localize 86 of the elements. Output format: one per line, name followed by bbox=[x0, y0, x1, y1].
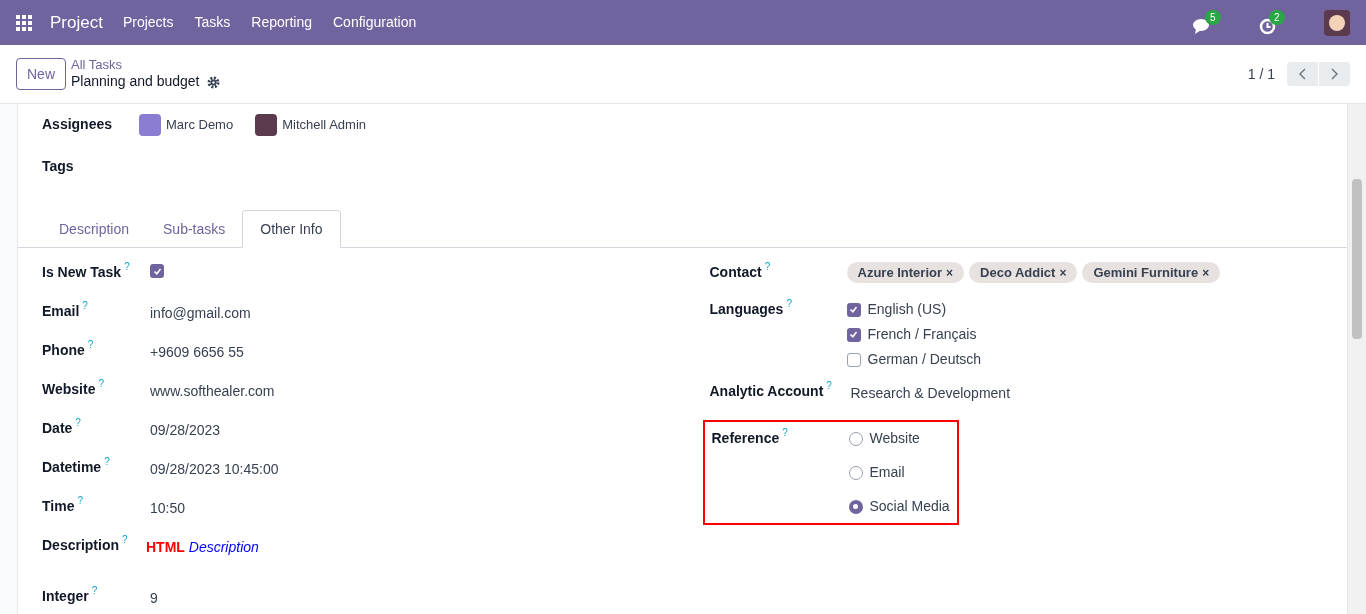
remove-tag-button[interactable]: × bbox=[1059, 263, 1067, 282]
assignee-name[interactable]: Mitchell Admin bbox=[282, 115, 366, 135]
checkbox-label[interactable]: German / Deutsch bbox=[867, 349, 982, 370]
check-icon bbox=[849, 330, 858, 339]
help-tooltip-mark[interactable]: ? bbox=[87, 340, 94, 350]
user-avatar bbox=[139, 114, 161, 136]
clock-icon bbox=[1259, 17, 1276, 35]
checkbox-label[interactable]: English (US) bbox=[867, 299, 947, 320]
app-name[interactable]: Project bbox=[50, 9, 103, 36]
user-avatar[interactable] bbox=[1324, 9, 1350, 36]
activity-button[interactable]: 2 bbox=[1259, 9, 1292, 36]
field-label: Assignees bbox=[42, 115, 114, 134]
field-label: Integer bbox=[42, 587, 89, 606]
tag-label: Gemini Furniture bbox=[1093, 263, 1199, 282]
pager-value: 1 / 1 bbox=[1247, 64, 1275, 84]
field-label: Description bbox=[42, 536, 119, 555]
field-value: info@gmail.com bbox=[150, 304, 251, 323]
count-badge: 5 bbox=[1205, 9, 1221, 25]
scrollbar-thumb[interactable] bbox=[1352, 179, 1362, 339]
field-label: Languages bbox=[709, 300, 784, 319]
field-label: Date bbox=[42, 419, 73, 438]
tag-label: Deco Addict bbox=[980, 263, 1056, 282]
help-tooltip-mark[interactable]: ? bbox=[77, 496, 83, 506]
help-tooltip-mark[interactable]: ? bbox=[82, 301, 88, 311]
field-value: 9 bbox=[150, 589, 158, 608]
chevron-right-icon bbox=[1329, 67, 1340, 81]
field-label: Phone bbox=[42, 341, 85, 360]
checkbox[interactable] bbox=[846, 327, 861, 342]
html-field-value: HTML Description bbox=[146, 538, 259, 557]
help-tooltip-mark[interactable]: ? bbox=[91, 586, 98, 596]
field-value: 10:50 bbox=[150, 499, 186, 518]
check-icon bbox=[152, 266, 162, 276]
checkbox-label[interactable]: French / Français bbox=[867, 324, 977, 345]
field-label: Website bbox=[42, 380, 96, 399]
remove-tag-button[interactable]: × bbox=[946, 263, 954, 282]
field-value: +9609 6656 55 bbox=[150, 343, 244, 362]
field-label: Tags bbox=[42, 157, 75, 176]
radio-label[interactable]: Social Media bbox=[869, 496, 950, 517]
help-tooltip-mark[interactable]: ? bbox=[764, 262, 771, 272]
user-avatar bbox=[255, 114, 278, 136]
radio-label[interactable]: Website bbox=[869, 428, 920, 449]
help-tooltip-mark[interactable]: ? bbox=[786, 299, 792, 309]
field-value: 09/28/2023 bbox=[150, 421, 221, 440]
field-value: Research & Development bbox=[850, 384, 1011, 403]
help-tooltip-mark[interactable]: ? bbox=[826, 381, 832, 391]
apps-menu-icon[interactable] bbox=[16, 14, 32, 31]
record-title: Planning and budget bbox=[71, 73, 200, 91]
field-label: Time bbox=[42, 497, 75, 516]
help-tooltip-mark[interactable]: ? bbox=[782, 428, 788, 438]
help-tooltip-mark[interactable]: ? bbox=[122, 535, 128, 545]
checkbox[interactable] bbox=[846, 302, 861, 317]
tab[interactable]: Sub-tasks bbox=[146, 210, 243, 248]
new-button[interactable]: New bbox=[16, 58, 66, 90]
help-tooltip-mark[interactable]: ? bbox=[124, 262, 130, 272]
field-label: Is New Task bbox=[42, 263, 122, 282]
menu-item[interactable]: Tasks bbox=[194, 12, 231, 33]
field-value: 09/28/2023 10:45:00 bbox=[150, 460, 279, 479]
help-tooltip-mark[interactable]: ? bbox=[104, 457, 110, 467]
checkbox[interactable] bbox=[150, 264, 164, 278]
help-tooltip-mark[interactable]: ? bbox=[75, 418, 81, 428]
field-label: Datetime bbox=[42, 458, 102, 477]
chevron-left-icon bbox=[1297, 67, 1308, 81]
breadcrumb-link[interactable]: All Tasks bbox=[71, 57, 221, 74]
tag-label: Azure Interior bbox=[857, 263, 942, 282]
menu-item[interactable]: Reporting bbox=[251, 12, 312, 33]
check-icon bbox=[849, 305, 858, 314]
help-tooltip-mark[interactable]: ? bbox=[98, 379, 104, 389]
field-label: Email bbox=[42, 302, 80, 321]
chat-button[interactable]: 5 bbox=[1193, 9, 1231, 36]
count-badge: 2 bbox=[1269, 9, 1285, 25]
settings-icon[interactable] bbox=[207, 75, 221, 89]
field-label: Reference bbox=[711, 429, 780, 448]
radio-button[interactable] bbox=[848, 431, 863, 446]
field-label: Analytic Account bbox=[709, 382, 824, 401]
remove-tag-button[interactable]: × bbox=[1202, 263, 1210, 282]
menu-item[interactable]: Configuration bbox=[333, 12, 417, 33]
radio-label[interactable]: Email bbox=[869, 462, 905, 483]
assignee-name[interactable]: Marc Demo bbox=[166, 115, 234, 135]
tab[interactable]: Description bbox=[42, 210, 147, 248]
menu-item[interactable]: Projects bbox=[122, 12, 174, 33]
field-value: www.softhealer.com bbox=[150, 382, 275, 401]
radio-button[interactable] bbox=[848, 499, 863, 514]
tab[interactable]: Other Info bbox=[242, 210, 341, 248]
radio-button[interactable] bbox=[848, 465, 863, 480]
checkbox[interactable] bbox=[846, 352, 861, 367]
field-label: Contact bbox=[709, 263, 762, 282]
